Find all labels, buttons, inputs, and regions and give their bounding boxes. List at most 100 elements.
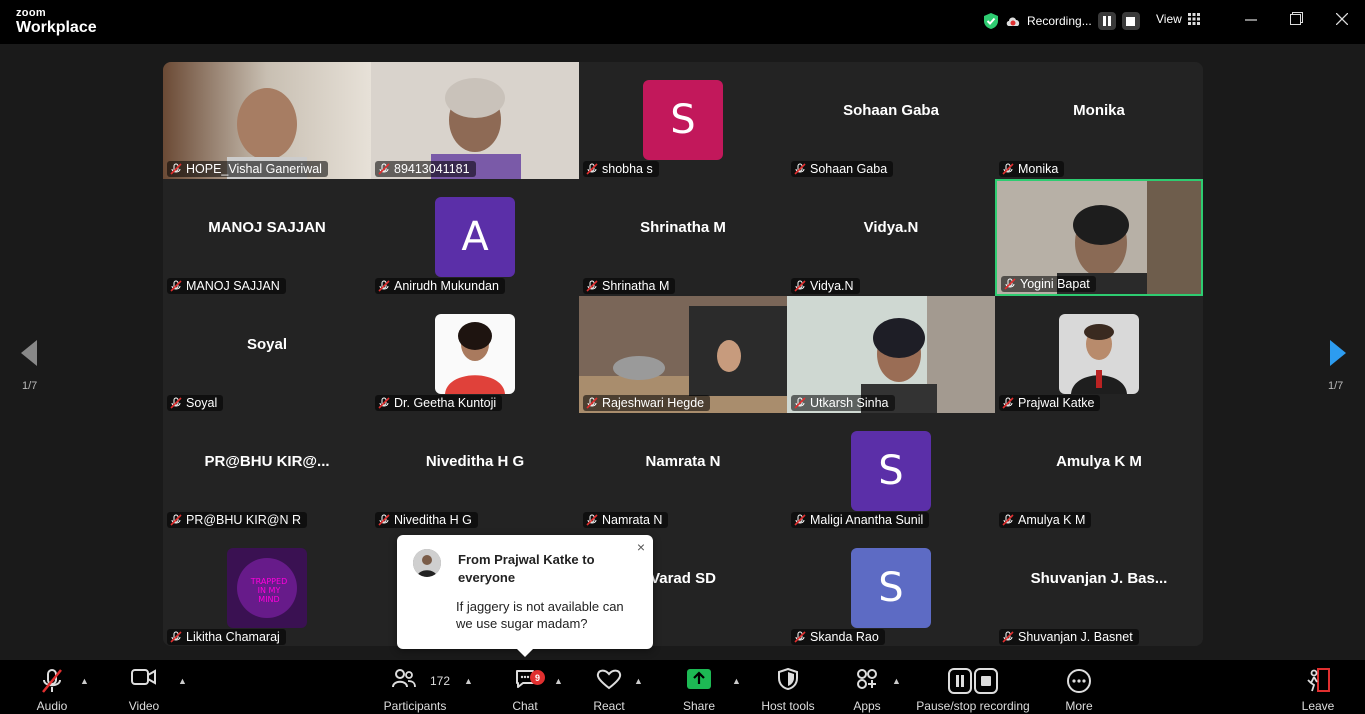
participant-tile[interactable]: Soyal Soyal <box>163 296 371 413</box>
more-button[interactable]: More <box>1059 660 1099 714</box>
participants-options-caret[interactable]: ▲ <box>464 676 473 686</box>
participant-display-name: Niveditha H G <box>425 453 525 470</box>
previous-page-button[interactable] <box>19 338 39 368</box>
participant-tile[interactable]: Sohaan Gaba Sohaan Gaba <box>787 62 995 179</box>
participant-tile[interactable]: Shrinatha M Shrinatha M <box>579 179 787 296</box>
shield-icon <box>778 668 798 690</box>
participant-tile[interactable]: Namrata N Namrata N <box>579 413 787 530</box>
profile-picture: TRAPPED IN MY MIND <box>227 548 307 628</box>
recording-label: Recording... <box>1027 14 1092 28</box>
mic-muted-icon <box>170 163 182 175</box>
apps-button[interactable]: Apps <box>847 660 887 714</box>
cloud-record-icon <box>1006 17 1020 26</box>
mic-muted-icon <box>794 280 806 292</box>
close-notification-button[interactable]: × <box>637 539 645 555</box>
mic-muted-icon <box>1002 631 1014 643</box>
chat-message: If jaggery is not available can we use s… <box>456 599 624 631</box>
react-button[interactable]: React <box>589 660 629 714</box>
mic-muted-icon <box>794 163 806 175</box>
participant-name-label: Yogini Bapat <box>1001 276 1096 292</box>
participant-name-label: PR@BHU KIR@N R <box>167 512 307 528</box>
initial-avatar: S <box>851 548 931 628</box>
meeting-toolbar: Audio ▲ Video ▲ Participants 172 ▲ Chat … <box>0 660 1365 714</box>
mic-muted-icon <box>378 280 390 292</box>
pause-stop-recording-button[interactable]: Pause/stop recording <box>913 660 1033 714</box>
close-icon <box>1335 12 1349 26</box>
mic-muted-icon <box>1002 514 1014 526</box>
participant-tile[interactable]: A Anirudh Mukundan <box>371 179 579 296</box>
participant-tile[interactable]: Prajwal Katke <box>995 296 1203 413</box>
stop-recording-button[interactable] <box>1121 12 1140 30</box>
share-button[interactable]: Share <box>679 660 719 714</box>
video-options-caret[interactable]: ▲ <box>178 676 187 686</box>
participant-name-label: Skanda Rao <box>791 629 885 645</box>
heart-icon <box>596 669 622 690</box>
participant-tile[interactable]: 89413041181 <box>371 62 579 179</box>
participant-name-label: Prajwal Katke <box>999 395 1101 411</box>
participant-tile[interactable]: Monika Monika <box>995 62 1203 179</box>
chat-sender: From Prajwal Katke to everyone <box>458 552 595 585</box>
arrow-right-icon <box>1330 340 1346 366</box>
participant-display-name: Vidya.N <box>863 219 919 236</box>
mic-muted-icon <box>170 514 182 526</box>
participant-tile[interactable]: Rajeshwari Hegde <box>579 296 787 413</box>
participant-tile[interactable]: Yogini Bapat <box>995 179 1203 296</box>
participant-name-label: Vidya.N <box>791 278 860 294</box>
mic-muted-icon <box>170 280 182 292</box>
participant-tile[interactable]: Dr. Geetha Kuntoji <box>371 296 579 413</box>
participant-tile[interactable]: Amulya K M Amulya K M <box>995 413 1203 530</box>
participant-name-label: 89413041181 <box>375 161 476 177</box>
participant-name-label: Maligi Anantha Sunil <box>791 512 930 528</box>
leave-button[interactable]: Leave <box>1298 660 1338 714</box>
participant-tile[interactable]: Sshobha s <box>579 62 787 179</box>
participant-tile[interactable]: TRAPPED IN MY MIND Likitha Chamaraj <box>163 530 371 646</box>
svg-text:TRAPPED: TRAPPED <box>250 577 287 586</box>
audio-button[interactable]: Audio <box>32 660 72 714</box>
participant-tile[interactable]: HOPE_Vishal Ganeriwal <box>163 62 371 179</box>
participant-name-label: Soyal <box>167 395 224 411</box>
apps-icon <box>857 669 877 689</box>
participant-tile[interactable]: Shuvanjan J. Bas... Shuvanjan J. Basnet <box>995 530 1203 646</box>
participant-tile[interactable]: MANOJ SAJJAN MANOJ SAJJAN <box>163 179 371 296</box>
mic-muted-icon <box>1002 397 1014 409</box>
pause-stop-icon <box>948 668 998 694</box>
participant-tile[interactable]: S Maligi Anantha Sunil <box>787 413 995 530</box>
apps-options-caret[interactable]: ▲ <box>892 676 901 686</box>
close-button[interactable] <box>1335 12 1349 28</box>
react-options-caret[interactable]: ▲ <box>634 676 643 686</box>
minimize-button[interactable] <box>1245 12 1257 28</box>
participant-name-label: Shuvanjan J. Basnet <box>999 629 1139 645</box>
view-button[interactable]: View <box>1156 12 1200 26</box>
participant-name-label: Utkarsh Sinha <box>791 395 895 411</box>
page-indicator-right: 1/7 <box>1328 380 1344 392</box>
initial-avatar: S <box>851 431 931 511</box>
next-page-button[interactable] <box>1328 338 1348 368</box>
participant-tile[interactable]: S Skanda Rao <box>787 530 995 646</box>
mic-muted-icon <box>794 397 806 409</box>
chat-button[interactable]: Chat <box>505 660 545 714</box>
participant-name-label: Amulya K M <box>999 512 1092 528</box>
arrow-left-icon <box>21 340 37 366</box>
participant-tile[interactable]: PR@BHU KIR@... PR@BHU KIR@N R <box>163 413 371 530</box>
participant-name-label: HOPE_Vishal Ganeriwal <box>167 161 328 177</box>
share-options-caret[interactable]: ▲ <box>732 676 741 686</box>
chat-options-caret[interactable]: ▲ <box>554 676 563 686</box>
mic-muted-icon <box>42 669 62 693</box>
chat-notification[interactable]: From Prajwal Katke to everyone If jagger… <box>397 535 653 657</box>
video-button[interactable]: Video <box>124 660 164 714</box>
host-tools-button[interactable]: Host tools <box>758 660 818 714</box>
participants-count: 172 <box>430 674 451 688</box>
restore-button[interactable] <box>1290 12 1303 28</box>
audio-options-caret[interactable]: ▲ <box>80 676 89 686</box>
participant-tile[interactable]: Utkarsh Sinha <box>787 296 995 413</box>
mic-muted-icon <box>378 397 390 409</box>
grid-icon <box>1187 13 1200 25</box>
pause-recording-button[interactable] <box>1097 12 1116 30</box>
participant-tile[interactable]: Niveditha H G Niveditha H G <box>371 413 579 530</box>
mic-muted-icon <box>794 631 806 643</box>
more-icon <box>1067 669 1091 693</box>
popup-pointer <box>517 649 533 657</box>
mic-muted-icon <box>170 631 182 643</box>
participant-name-label: Dr. Geetha Kuntoji <box>375 395 503 411</box>
participant-tile[interactable]: Vidya.N Vidya.N <box>787 179 995 296</box>
